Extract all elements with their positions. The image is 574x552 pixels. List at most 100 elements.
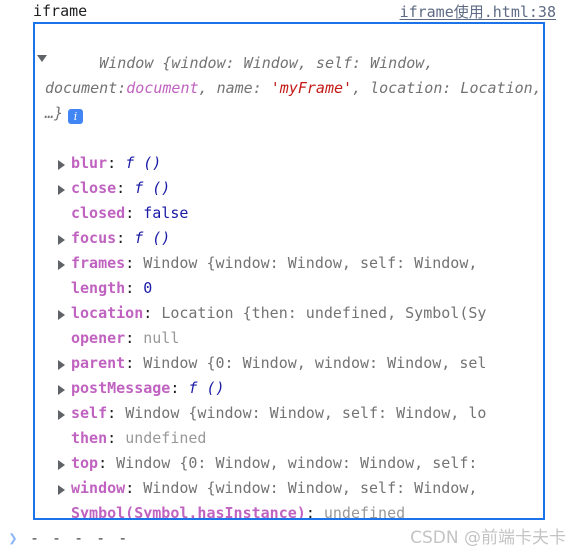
- property-separator: :: [107, 429, 126, 447]
- property-row[interactable]: focus: f (): [35, 226, 543, 251]
- triangle-right-icon[interactable]: [58, 410, 65, 420]
- property-row[interactable]: window: Window {window: Window, self: Wi…: [35, 476, 543, 501]
- property-body: self: Window {window: Window, self: Wind…: [57, 401, 486, 426]
- property-key[interactable]: self: [71, 404, 107, 422]
- property-key[interactable]: blur: [71, 154, 107, 172]
- object-preview: Window {window: Window, self: Window, do…: [35, 26, 543, 151]
- object-preview-name-value: 'myFrame': [270, 79, 353, 97]
- property-separator: :: [305, 504, 324, 518]
- property-separator: :: [107, 404, 126, 422]
- property-row[interactable]: length: 0: [35, 276, 543, 301]
- console-message-header: iframe iframe使用.html:38: [0, 0, 574, 22]
- property-body: location: Location {then: undefined, Sym…: [57, 301, 486, 326]
- property-value: 0: [143, 279, 153, 297]
- object-preview-after-document: , name:: [198, 79, 271, 97]
- property-row[interactable]: self: Window {window: Window, self: Wind…: [35, 401, 543, 426]
- property-value: Window {window: Window, self: Window, lo: [125, 404, 487, 422]
- property-key[interactable]: top: [71, 454, 98, 472]
- property-value: Window {0: Window, window: Window, sel: [143, 354, 487, 372]
- object-preview-document-key: document: [126, 79, 199, 97]
- property-separator: :: [107, 154, 126, 172]
- watermark-label: CSDN @前端卡夫卡: [410, 528, 566, 548]
- property-key[interactable]: frames: [71, 254, 125, 272]
- property-row[interactable]: postMessage: f (): [35, 376, 543, 401]
- property-separator: :: [125, 254, 144, 272]
- property-body: window: Window {window: Window, self: Wi…: [57, 476, 477, 501]
- property-row[interactable]: then: undefined: [35, 426, 543, 451]
- property-body: focus: f (): [57, 226, 170, 251]
- property-separator: :: [170, 379, 189, 397]
- property-key[interactable]: parent: [71, 354, 125, 372]
- property-row[interactable]: frames: Window {window: Window, self: Wi…: [35, 251, 543, 276]
- property-separator: :: [143, 304, 162, 322]
- property-key[interactable]: closed: [71, 204, 125, 222]
- property-body: opener: null: [57, 326, 179, 351]
- console-prompt-input[interactable]: - - - - -: [30, 524, 129, 552]
- property-value: false: [143, 204, 189, 222]
- property-key[interactable]: postMessage: [71, 379, 170, 397]
- property-row[interactable]: Symbol(Symbol.hasInstance): undefined: [35, 501, 543, 518]
- property-row[interactable]: close: f (): [35, 176, 543, 201]
- property-value: Window {0: Window, window: Window, self:: [116, 454, 478, 472]
- property-body: then: undefined: [57, 426, 206, 451]
- triangle-right-icon[interactable]: [58, 460, 65, 470]
- chevron-right-icon[interactable]: ❯: [0, 524, 26, 552]
- property-separator: :: [125, 354, 144, 372]
- property-body: frames: Window {window: Window, self: Wi…: [57, 251, 477, 276]
- property-separator: :: [116, 229, 135, 247]
- property-separator: :: [125, 479, 144, 497]
- property-body: top: Window {0: Window, window: Window, …: [57, 451, 477, 476]
- property-separator: :: [98, 454, 117, 472]
- property-key[interactable]: Symbol(Symbol.hasInstance): [71, 504, 306, 518]
- property-separator: :: [116, 179, 135, 197]
- property-row[interactable]: closed: false: [35, 201, 543, 226]
- property-key[interactable]: location: [71, 304, 143, 322]
- property-body: blur: f (): [57, 151, 161, 176]
- property-value: undefined: [125, 429, 207, 447]
- object-properties-list: blur: f () close: f () closed: false focus:…: [35, 151, 543, 518]
- property-value: null: [143, 329, 180, 347]
- triangle-right-icon[interactable]: [58, 235, 65, 245]
- property-value: Window {window: Window, self: Window,: [143, 254, 478, 272]
- triangle-right-icon[interactable]: [58, 160, 65, 170]
- property-row[interactable]: top: Window {0: Window, window: Window, …: [35, 451, 543, 476]
- property-value: f (): [134, 179, 171, 197]
- property-body: closed: false: [57, 201, 188, 226]
- property-row[interactable]: opener: null: [35, 326, 543, 351]
- property-body: parent: Window {0: Window, window: Windo…: [57, 351, 486, 376]
- property-separator: :: [125, 279, 144, 297]
- property-body: close: f (): [57, 176, 170, 201]
- triangle-down-icon[interactable]: [37, 55, 47, 62]
- property-key[interactable]: focus: [71, 229, 116, 247]
- property-body: Symbol(Symbol.hasInstance): undefined: [57, 501, 405, 518]
- property-row[interactable]: location: Location {then: undefined, Sym…: [35, 301, 543, 326]
- property-value: Window {window: Window, self: Window,: [143, 479, 478, 497]
- object-inspector-content: Window {window: Window, self: Window, do…: [35, 24, 543, 518]
- property-key[interactable]: length: [71, 279, 125, 297]
- property-value: undefined: [323, 504, 406, 518]
- property-separator: :: [125, 329, 144, 347]
- source-location-link[interactable]: iframe使用.html:38: [400, 1, 568, 22]
- object-preview-after-name: , location: Locatio: [352, 79, 524, 97]
- property-value: Location {then: undefined, Symbol(Sy: [161, 304, 487, 322]
- triangle-right-icon[interactable]: [58, 485, 65, 495]
- property-key[interactable]: close: [71, 179, 116, 197]
- triangle-right-icon[interactable]: [58, 185, 65, 195]
- property-separator: :: [125, 204, 144, 222]
- object-inspector-box: Window {window: Window, self: Window, do…: [33, 22, 545, 520]
- info-icon[interactable]: i: [68, 109, 84, 124]
- property-row[interactable]: parent: Window {0: Window, window: Windo…: [35, 351, 543, 376]
- triangle-right-icon[interactable]: [58, 310, 65, 320]
- console-context-label: iframe: [33, 2, 88, 20]
- property-key[interactable]: window: [71, 479, 125, 497]
- property-body: postMessage: f (): [57, 376, 225, 401]
- triangle-right-icon[interactable]: [58, 260, 65, 270]
- property-body: length: 0: [57, 276, 152, 301]
- property-value: f (): [188, 379, 225, 397]
- property-value: f (): [125, 154, 162, 172]
- property-key[interactable]: then: [71, 429, 107, 447]
- triangle-right-icon[interactable]: [58, 385, 65, 395]
- property-row[interactable]: blur: f (): [35, 151, 543, 176]
- property-key[interactable]: opener: [71, 329, 125, 347]
- triangle-right-icon[interactable]: [58, 360, 65, 370]
